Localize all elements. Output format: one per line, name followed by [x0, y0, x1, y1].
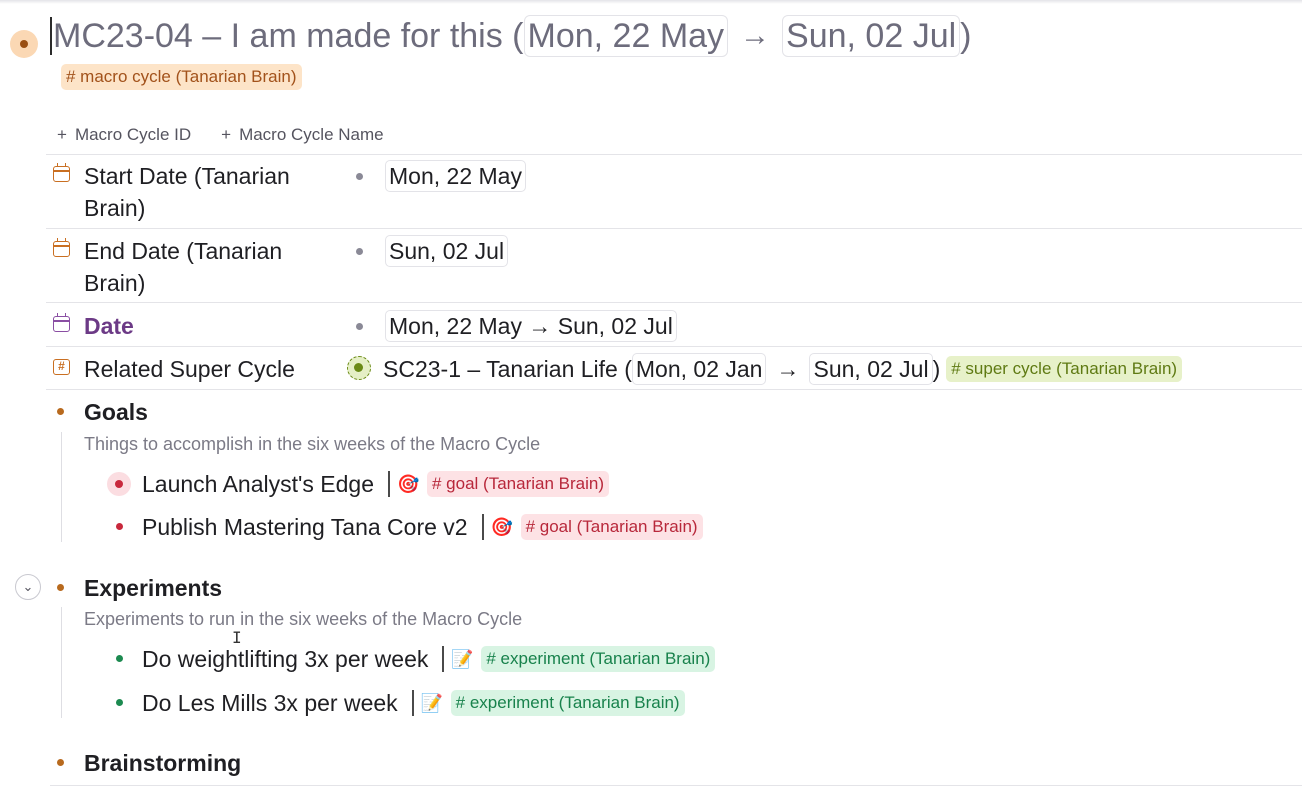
- field-related-super-cycle: # Related Super Cycle SC23-1 – Tanarian …: [50, 353, 1300, 387]
- section-experiments-title[interactable]: Experiments: [84, 573, 222, 603]
- date-range-value[interactable]: Mon, 22 May → Sun, 02 Jul: [385, 310, 677, 342]
- super-cycle-end-date[interactable]: Sun, 02 Jul: [809, 353, 933, 385]
- calendar-icon: [53, 238, 70, 257]
- section-experiments-description: Experiments to run in the six weeks of t…: [84, 609, 523, 629]
- title-prefix: MC23-04 – I am made for this (: [53, 16, 524, 55]
- field-name[interactable]: Start Date (Tanarian Brain): [84, 160, 334, 224]
- super-cycle-reference[interactable]: SC23-1 – Tanarian Life ( Mon, 02 Jan → S…: [383, 353, 1183, 385]
- section-goals-description: Things to accomplish in the six weeks of…: [84, 434, 541, 454]
- memo-icon: 📝: [420, 693, 444, 713]
- list-item[interactable]: Do Les Mills 3x per week 📝 # experiment …: [142, 688, 685, 718]
- divider: [46, 389, 1302, 390]
- experiment-tag[interactable]: # experiment (Tanarian Brain): [481, 646, 716, 672]
- add-field-row: + Macro Cycle ID + Macro Cycle Name: [57, 125, 384, 145]
- section-bullet[interactable]: [57, 584, 64, 591]
- goal-bullet[interactable]: [107, 472, 131, 496]
- title-arrow: →: [740, 19, 771, 52]
- indent-guide: [61, 432, 62, 542]
- divider: [46, 228, 1302, 229]
- node-bullet[interactable]: [10, 30, 38, 58]
- field-name[interactable]: Related Super Cycle: [84, 353, 334, 385]
- end-date-value[interactable]: Sun, 02 Jul: [385, 235, 509, 267]
- experiment-bullet[interactable]: [116, 655, 123, 662]
- start-date-value[interactable]: Mon, 22 May: [385, 160, 526, 192]
- divider: [46, 154, 1302, 155]
- target-icon: 🎯: [397, 474, 420, 494]
- chevron-down-icon[interactable]: ⌄: [15, 574, 41, 600]
- field-start-date: Start Date (Tanarian Brain) Mon, 22 May: [50, 160, 1300, 226]
- field-name[interactable]: Date: [84, 310, 334, 342]
- plus-icon: +: [57, 125, 67, 144]
- separator: [442, 646, 445, 672]
- text-cursor-icon: I: [232, 628, 242, 647]
- field-date: Date Mon, 22 May → Sun, 02 Jul: [50, 310, 1300, 344]
- value-bullet: [356, 323, 363, 330]
- experiment-tag[interactable]: # experiment (Tanarian Brain): [450, 690, 685, 716]
- value-bullet: [356, 173, 363, 180]
- indent-guide: [61, 607, 62, 718]
- divider: [46, 346, 1302, 347]
- section-goals-title[interactable]: Goals: [84, 397, 148, 427]
- text-caret: [50, 17, 52, 55]
- title-suffix: ): [960, 16, 972, 55]
- target-icon: 🎯: [490, 517, 514, 537]
- goal-tag[interactable]: # goal (Tanarian Brain): [520, 514, 703, 540]
- plus-icon: +: [221, 125, 232, 144]
- add-macro-cycle-name-button[interactable]: + Macro Cycle Name: [221, 125, 383, 145]
- divider: [50, 785, 1302, 786]
- value-bullet: [356, 248, 363, 255]
- hash-icon: #: [53, 359, 70, 375]
- separator: [388, 471, 390, 497]
- section-brainstorming-title[interactable]: Brainstorming: [84, 748, 241, 778]
- list-item[interactable]: Launch Analyst's Edge 🎯 # goal (Tanarian…: [142, 469, 609, 499]
- goal-text: Launch Analyst's Edge: [142, 471, 374, 497]
- field-end-date: End Date (Tanarian Brain) Sun, 02 Jul: [50, 235, 1300, 301]
- list-item[interactable]: Publish Mastering Tana Core v2 🎯 # goal …: [142, 512, 703, 542]
- node-title[interactable]: MC23-04 – I am made for this ( Mon, 22 M…: [50, 12, 972, 60]
- memo-icon: 📝: [451, 649, 474, 669]
- title-end-date[interactable]: Sun, 02 Jul: [782, 15, 961, 57]
- experiment-text: Do Les Mills 3x per week: [142, 690, 398, 716]
- divider: [46, 302, 1302, 303]
- experiment-text: Do weightlifting 3x per week: [142, 646, 429, 672]
- list-item[interactable]: Do weightlifting 3x per week 📝 # experim…: [142, 644, 716, 674]
- goal-text: Publish Mastering Tana Core v2: [142, 514, 468, 540]
- macro-cycle-tag[interactable]: # macro cycle (Tanarian Brain): [61, 64, 302, 90]
- super-cycle-tag[interactable]: # super cycle (Tanarian Brain): [946, 356, 1183, 382]
- add-macro-cycle-id-button[interactable]: + Macro Cycle ID: [57, 125, 191, 145]
- calendar-icon: [53, 313, 70, 332]
- separator: [481, 514, 484, 540]
- separator: [411, 690, 414, 716]
- field-name[interactable]: End Date (Tanarian Brain): [84, 235, 334, 299]
- section-bullet[interactable]: [57, 759, 64, 766]
- reference-bullet[interactable]: [347, 356, 371, 380]
- section-bullet[interactable]: [57, 408, 64, 415]
- calendar-icon: [53, 163, 70, 182]
- title-start-date[interactable]: Mon, 22 May: [523, 15, 729, 57]
- goal-bullet[interactable]: [116, 523, 123, 530]
- experiment-bullet[interactable]: [116, 699, 123, 706]
- top-edge: [0, 0, 1302, 4]
- goal-tag[interactable]: # goal (Tanarian Brain): [427, 471, 609, 497]
- super-cycle-start-date[interactable]: Mon, 02 Jan: [631, 353, 767, 385]
